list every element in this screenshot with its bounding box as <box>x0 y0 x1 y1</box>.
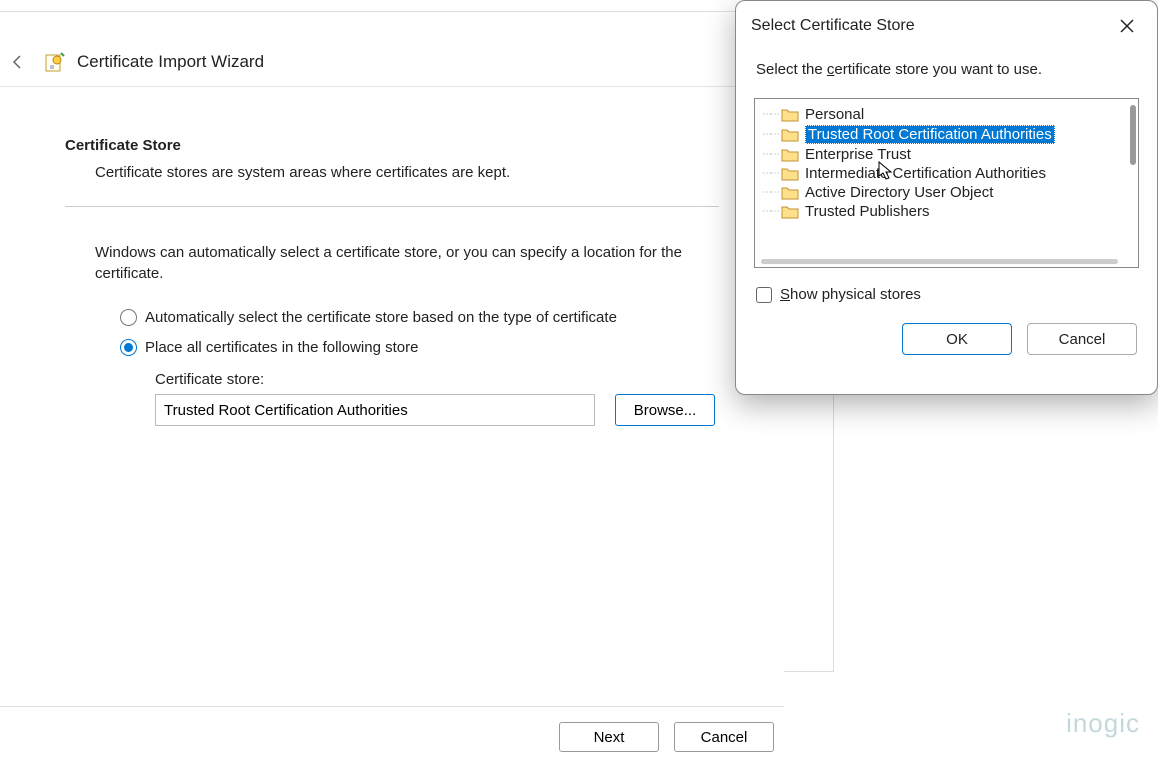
radio-place-all[interactable]: Place all certificates in the following … <box>120 339 719 356</box>
wizard-header: Certificate Import Wizard <box>0 38 784 87</box>
tree-item-label: Enterprise Trust <box>805 146 911 163</box>
store-label: Certificate store: <box>155 371 719 388</box>
tree-item[interactable]: ⋯⋯Personal <box>759 105 1134 124</box>
tree-item[interactable]: ⋯⋯Intermediate Certification Authorities <box>759 164 1134 183</box>
horizontal-scrollbar[interactable] <box>761 259 1118 264</box>
radio-auto-select[interactable]: Automatically select the certificate sto… <box>120 309 719 326</box>
dialog-header: Select Certificate Store <box>736 1 1157 46</box>
next-button[interactable]: Next <box>559 722 659 752</box>
folder-icon <box>781 108 799 122</box>
tree-item[interactable]: ⋯⋯Trusted Publishers <box>759 202 1134 221</box>
show-physical-stores-checkbox[interactable]: Show physical stores <box>736 268 1157 303</box>
wizard-title: Certificate Import Wizard <box>77 52 264 72</box>
wizard-footer: Next Cancel <box>0 706 784 767</box>
dialog-instruction: Select the certificate store you want to… <box>736 46 1157 98</box>
folder-icon <box>781 205 799 219</box>
tree-item-label: Trusted Root Certification Authorities <box>805 125 1055 144</box>
folder-icon <box>781 167 799 181</box>
radio-icon <box>120 339 137 356</box>
dialog-title: Select Certificate Store <box>751 17 915 35</box>
certificate-icon <box>43 50 67 74</box>
certificate-import-wizard: Certificate Import Wizard Certificate St… <box>0 38 784 767</box>
folder-icon <box>781 148 799 162</box>
wizard-body: Certificate Store Certificate stores are… <box>0 87 784 426</box>
store-tree[interactable]: ⋯⋯Personal⋯⋯Trusted Root Certification A… <box>754 98 1139 268</box>
wizard-cancel-button[interactable]: Cancel <box>674 722 774 752</box>
tree-item-label: Trusted Publishers <box>805 203 930 220</box>
section-title: Certificate Store <box>65 137 719 154</box>
radio-group: Automatically select the certificate sto… <box>65 309 719 356</box>
vertical-scrollbar[interactable] <box>1130 105 1136 165</box>
browse-button[interactable]: Browse... <box>615 394 715 426</box>
radio-auto-label: Automatically select the certificate sto… <box>145 309 617 326</box>
tree-item[interactable]: ⋯⋯Active Directory User Object <box>759 183 1134 202</box>
tree-item-label: Intermediate Certification Authorities <box>805 165 1046 182</box>
certificate-store-section: Certificate store: Browse... <box>65 371 719 426</box>
ok-button[interactable]: OK <box>902 323 1012 355</box>
watermark: inogic <box>1066 708 1140 739</box>
back-arrow-icon[interactable] <box>8 52 28 72</box>
instruction-text: Windows can automatically select a certi… <box>65 242 705 284</box>
section-divider <box>65 206 719 207</box>
tree-item[interactable]: ⋯⋯Trusted Root Certification Authorities <box>759 124 1134 145</box>
certificate-store-input[interactable] <box>155 394 595 426</box>
checkbox-icon <box>756 287 772 303</box>
folder-icon <box>781 128 799 142</box>
tree-item-label: Personal <box>805 106 864 123</box>
section-description: Certificate stores are system areas wher… <box>65 164 719 181</box>
tree-item-label: Active Directory User Object <box>805 184 993 201</box>
select-certificate-store-dialog: Select Certificate Store Select the cert… <box>735 0 1158 395</box>
close-icon[interactable] <box>1112 11 1142 41</box>
dialog-footer: OK Cancel <box>736 303 1157 370</box>
folder-icon <box>781 186 799 200</box>
radio-icon <box>120 309 137 326</box>
radio-place-label: Place all certificates in the following … <box>145 339 418 356</box>
dialog-cancel-button[interactable]: Cancel <box>1027 323 1137 355</box>
tree-item[interactable]: ⋯⋯Enterprise Trust <box>759 145 1134 164</box>
